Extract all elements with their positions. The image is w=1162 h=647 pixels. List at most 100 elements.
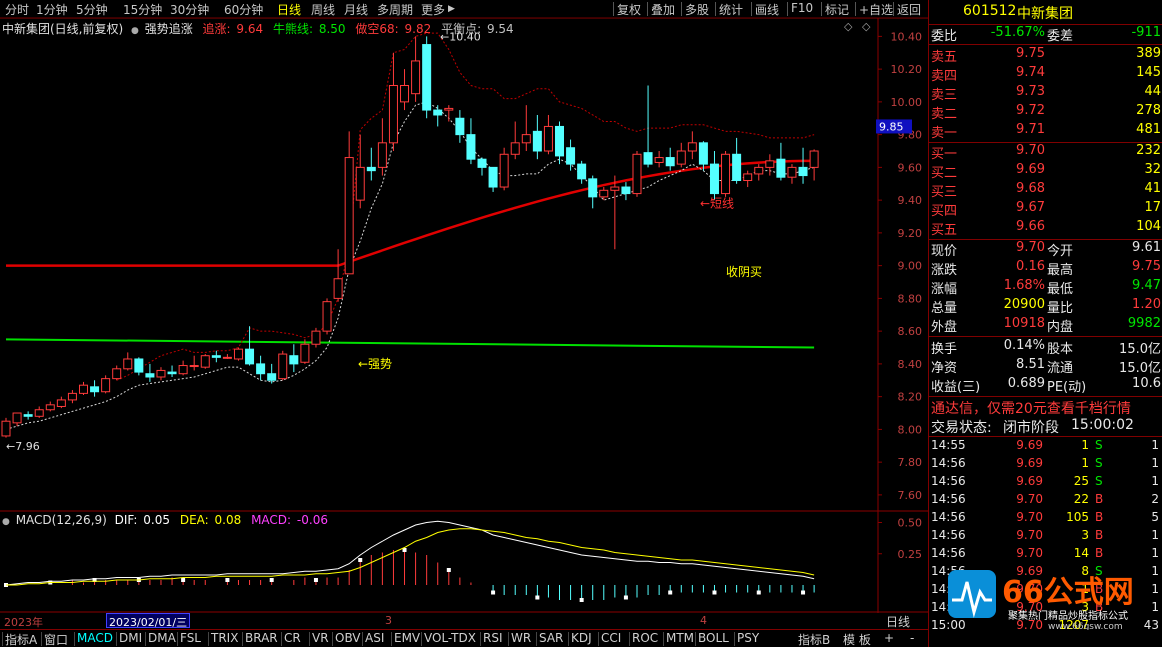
toolbar-period-10[interactable]: 更多 [421,1,445,18]
fundamental-value: 15.0亿 [1119,342,1161,357]
stat-value: 9.61 [1132,240,1161,255]
indicator-tab-14[interactable]: RSI [483,631,503,645]
toolbar-period-0[interactable]: 分时 [5,1,29,18]
indicator-tab-12[interactable]: EMV [394,631,420,645]
toolbar-period-9[interactable]: 多周期 [377,1,413,18]
tick-volume: 25 [1073,474,1089,488]
candle-body [698,142,708,165]
toolbar-period-1[interactable]: 1分钟 [36,1,68,18]
indicator-tab-1[interactable]: 窗口 [44,631,68,647]
indicator-tab-5[interactable]: FSL [180,631,201,645]
indicator-tab-18[interactable]: CCI [601,631,621,645]
watermark-icon-bg [948,570,996,618]
tick-volume: 3 [1081,528,1089,542]
diamond-icon[interactable]: ◇ [862,20,871,33]
macd-marker [269,578,274,582]
indicator-tab-3[interactable]: DMI [119,631,142,645]
tab-separator [177,632,178,646]
toolbar-period-3[interactable]: 15分钟 [123,1,162,18]
indicator-tab-7[interactable]: BRAR [245,631,278,645]
toolbar-action-3[interactable]: 统计 [719,1,743,18]
tick-time: 14:56 [931,546,966,560]
date-label-year: 2023年 [4,616,43,629]
bottom-control-0[interactable]: 指标B [798,631,830,647]
macd-marker [358,558,363,562]
bottom-control-3[interactable]: - [910,631,914,645]
toolbar-action-1[interactable]: 叠加 [651,1,675,18]
ask-row: 卖三 9.73 44 [929,84,1162,103]
bid-volume: 232 [1136,143,1161,158]
toolbar-action-0[interactable]: 复权 [617,1,641,18]
divider [929,436,1162,437]
price-tick-label: 8.60 [898,325,923,338]
bottom-control-1[interactable]: 模 板 [843,631,871,647]
candle-body [499,153,509,188]
more-arrow-icon[interactable]: ▶ [448,4,455,14]
candle-body [732,153,742,181]
indicator-tab-16[interactable]: SAR [539,631,563,645]
indicator-tab-20[interactable]: MTM [666,631,694,645]
promo-text[interactable]: 通达信，仅需20元查看千档行情 [931,398,1131,418]
cursor-date-label: 2023/02/01/三 [106,613,191,629]
indicator-tab-10[interactable]: OBV [335,631,361,645]
tick-time: 14:56 [931,492,966,506]
candle-body [167,371,177,375]
toolbar-period-5[interactable]: 60分钟 [224,1,263,18]
bottom-control-2[interactable]: + [884,631,894,645]
toolbar-period-8[interactable]: 月线 [344,1,368,18]
candle-body [477,158,487,168]
candle-body [798,166,808,177]
indicator-tab-2[interactable]: MACD [77,631,113,645]
tick-row: 14:56 9.69 25 S 1 [929,474,1162,493]
macd-dropdown-icon[interactable]: ● [2,517,10,527]
toolbar-period-4[interactable]: 30分钟 [170,1,209,18]
indicator-tab-19[interactable]: ROC [632,631,658,645]
indicator-tab-13[interactable]: VOL-TDX [424,631,476,645]
indicator-tab-11[interactable]: ASI [365,631,384,645]
candle-body [355,166,365,201]
toolbar-action-4[interactable]: 画线 [755,1,779,18]
toolbar-action-2[interactable]: 多股 [685,1,709,18]
toolbar-action-6[interactable]: 标记 [825,1,849,18]
indicator-tab-4[interactable]: DMA [148,631,176,645]
indicator-tab-17[interactable]: KDJ [571,631,592,645]
indicator-tab-21[interactable]: BOLL [698,631,729,645]
indicator-tab-22[interactable]: PSY [737,631,759,645]
fundamental-row: 换手 0.14% 股本 15.0亿 [929,338,1162,357]
ask-row: 卖二 9.72 278 [929,103,1162,122]
bid-label: 买四 [931,204,958,219]
indicator-tab-15[interactable]: WR [511,631,531,645]
toolbar-action-8[interactable]: 返回 [897,1,921,18]
ask-volume: 145 [1136,65,1161,80]
macd-label: MACD: [251,513,292,527]
macd-name[interactable]: MACD(12,26,9) [16,513,107,527]
tab-separator [74,632,75,646]
indicator-tab-8[interactable]: CR [284,631,301,645]
indicator-tab-6[interactable]: TRIX [211,631,238,645]
toolbar-period-6[interactable]: 日线 [277,1,301,18]
low-price-annotation: ←7.96 [6,440,40,453]
toolbar-period-7[interactable]: 周线 [311,1,335,18]
diamond-icon[interactable]: ◇ [844,20,853,33]
candle-body [23,414,33,417]
watermark-line1: 聚集热门精品炒股指标公式 [1008,609,1128,622]
candle-body [588,178,598,198]
toolbar-period-2[interactable]: 5分钟 [76,1,108,18]
stock-header: 601512 中新集团 [929,0,1162,24]
candle-body [45,404,55,411]
stat-label: 量比 [1047,301,1074,316]
toolbar-action-7[interactable]: +自选 [859,1,893,18]
indicator-tab-9[interactable]: VR [312,631,329,645]
dif-line [5,520,815,586]
promo-link[interactable]: 通达信，仅需20元查看千档行情 [929,398,1162,417]
candle-body [532,130,542,152]
candle-body [754,166,764,175]
price-tick-label: 10.20 [891,63,923,76]
indicator-tab-0[interactable]: 指标A [5,631,37,647]
toolbar-action-5[interactable]: F10 [791,1,813,15]
candle-body [300,343,310,363]
candle-body [388,85,398,144]
candle-body [1,420,11,437]
tick-count: 2 [1151,492,1159,506]
period-label[interactable]: 日线 [886,613,910,630]
